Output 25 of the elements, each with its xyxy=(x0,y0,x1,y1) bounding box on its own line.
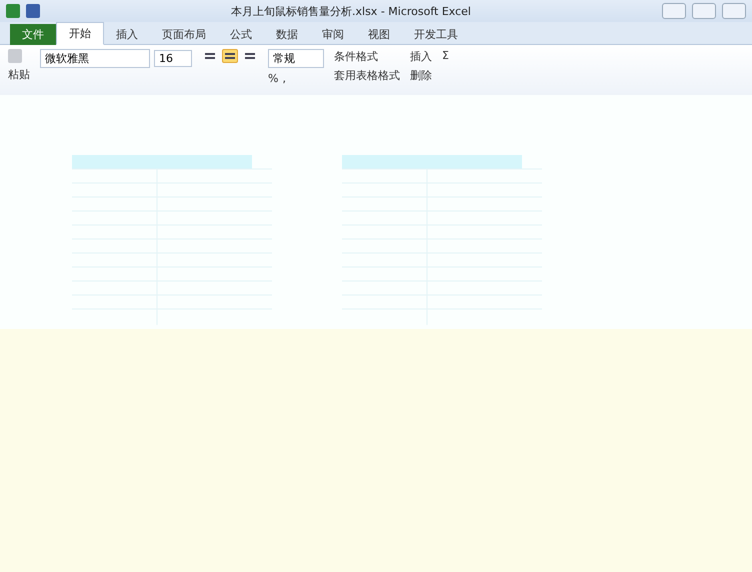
ribbon-tab[interactable]: 插入 xyxy=(104,24,150,45)
styles-menu-button[interactable]: 条件格式 xyxy=(334,49,378,64)
ribbon-tab[interactable]: 审阅 xyxy=(310,24,356,45)
ribbon-tab[interactable]: 开始 xyxy=(56,22,104,45)
percent-button[interactable]: % xyxy=(268,72,278,85)
ribbon-tab[interactable]: 文件 xyxy=(10,24,56,45)
ribbon-tab[interactable]: 页面布局 xyxy=(150,24,218,45)
paste-label[interactable]: 粘贴 xyxy=(8,67,30,82)
font-size-field[interactable]: 16 xyxy=(154,50,192,67)
ribbon-tab[interactable]: 数据 xyxy=(264,24,310,45)
ribbon-tab[interactable]: 公式 xyxy=(218,24,264,45)
styles-menu-button[interactable]: 套用表格格式 xyxy=(334,68,400,83)
minimize-button[interactable] xyxy=(662,3,686,19)
cells-menu-button[interactable]: 删除 xyxy=(410,68,432,83)
font-name-field[interactable]: 微软雅黑 xyxy=(40,49,150,68)
align-middle-button[interactable] xyxy=(222,49,238,63)
ribbon-tab[interactable]: 视图 xyxy=(356,24,402,45)
window-title: 本月上旬鼠标销售量分析.xlsx - Microsoft Excel xyxy=(230,4,472,18)
maximize-button[interactable] xyxy=(692,3,716,19)
close-button[interactable] xyxy=(722,3,746,19)
comma-button[interactable]: , xyxy=(282,72,286,85)
cells-menu-button[interactable]: 插入 xyxy=(410,49,432,64)
autosum-button[interactable]: Σ xyxy=(442,49,449,62)
ribbon-tab[interactable]: 开发工具 xyxy=(402,24,470,45)
number-format-field[interactable]: 常规 xyxy=(268,49,324,68)
